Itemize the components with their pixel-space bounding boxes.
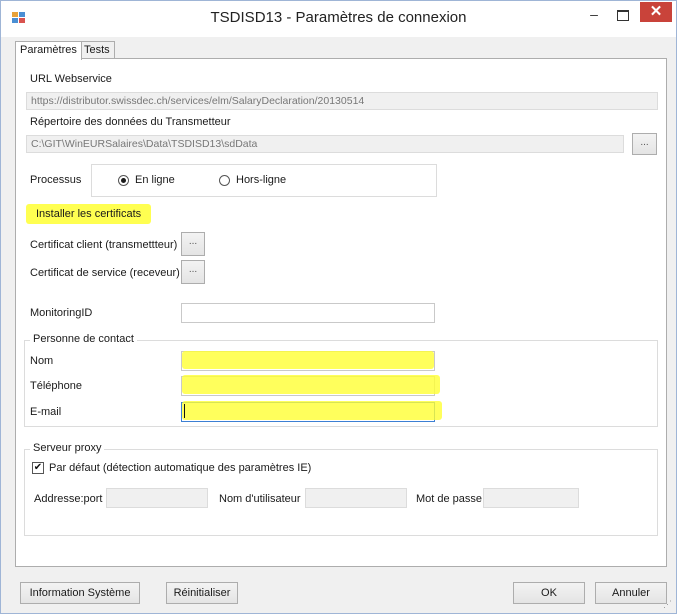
proxy-default-label[interactable]: Par défaut (détection automatique des pa… [49,462,311,474]
email-label: E-mail [30,406,62,418]
monitoring-input[interactable] [181,303,435,323]
dialog-window: TSDISD13 - Paramètres de connexion – ✕ P… [0,0,677,614]
monitoring-label: MonitoringID [30,307,93,319]
cert-client-browse-button[interactable]: ... [181,232,205,256]
maximize-icon[interactable] [611,5,633,25]
cert-service-label: Certificat de service (receveur) [30,267,180,279]
repertoire-browse-button[interactable]: ... [632,133,657,155]
browse-icon: ... [640,137,649,148]
highlight-nom [182,351,434,369]
radio-hors-ligne[interactable] [219,175,230,186]
proxy-address-input[interactable] [106,488,208,508]
nom-label: Nom [30,355,54,367]
tab-tests[interactable]: Tests [79,41,115,59]
proxy-group-title: Serveur proxy [30,442,105,454]
size-grip-icon[interactable]: ⋰ [663,599,672,610]
proxy-password-input[interactable] [483,488,579,508]
cert-client-label: Certificat client (transmettteur) [30,239,178,251]
url-webservice-field[interactable]: https://distributor.swissdec.ch/services… [26,92,658,110]
title-bar: TSDISD13 - Paramètres de connexion – ✕ [1,1,676,37]
radio-hors-ligne-label[interactable]: Hors-ligne [236,174,286,186]
tab-parametres[interactable]: Paramètres [15,41,82,60]
contact-group-title: Personne de contact [30,333,137,345]
cancel-button[interactable]: Annuler [595,582,667,604]
repertoire-field[interactable]: C:\GIT\WinEURSalaires\Data\TSDISD13\sdDa… [26,135,624,153]
window-title: TSDISD13 - Paramètres de connexion [210,9,467,26]
highlight-telephone [182,375,440,394]
close-icon[interactable]: ✕ [640,2,672,22]
proxy-default-checkbox[interactable]: ✔ [32,462,44,474]
highlight-email [182,401,442,420]
radio-en-ligne-label[interactable]: En ligne [135,174,175,186]
ok-button[interactable]: OK [513,582,585,604]
reset-button[interactable]: Réinitialiser [166,582,238,604]
install-certs-button[interactable]: Installer les certificats [36,208,141,220]
proxy-user-input[interactable] [305,488,407,508]
processus-group: En ligne Hors-ligne [91,164,437,197]
proxy-user-label: Nom d'utilisateur [219,493,301,505]
radio-en-ligne[interactable] [118,175,129,186]
telephone-label: Téléphone [30,380,82,392]
cert-service-browse-button[interactable]: ... [181,260,205,284]
proxy-password-label: Mot de passe [416,493,483,505]
proxy-address-label: Addresse:port [34,493,103,505]
text-caret [184,404,185,418]
repertoire-label: Répertoire des données du Transmetteur [30,116,231,128]
minimize-icon[interactable]: – [583,5,605,25]
url-webservice-label: URL Webservice [30,73,112,85]
tab-panel-parametres: URL Webservice https://distributor.swiss… [15,58,667,567]
info-system-button[interactable]: Information Système [20,582,140,604]
processus-label: Processus [30,174,82,186]
